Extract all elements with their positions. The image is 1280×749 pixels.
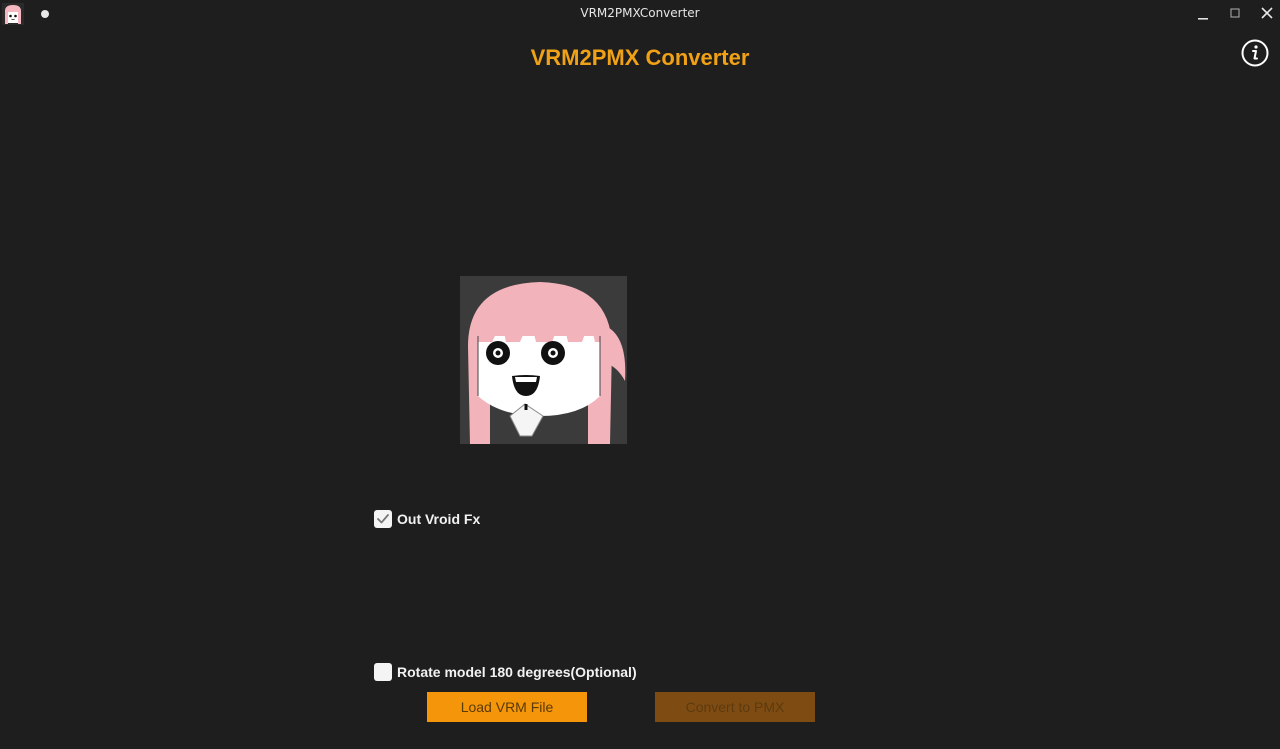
out-vroid-fx-label: Out Vroid Fx (397, 511, 481, 527)
info-icon[interactable] (1240, 38, 1270, 68)
close-icon[interactable] (1256, 4, 1278, 24)
minimize-icon[interactable] (1192, 4, 1214, 24)
title-bar[interactable]: VRM2PMXConverter (0, 0, 1280, 28)
maximize-icon[interactable] (1224, 4, 1246, 24)
out-vroid-fx-option[interactable]: Out Vroid Fx (374, 510, 480, 528)
checkmark-icon (377, 514, 389, 524)
app-title: VRM2PMX Converter (530, 45, 750, 70)
rotate-model-option[interactable]: Rotate model 180 degrees(Optional) (374, 663, 637, 681)
convert-to-pmx-button[interactable]: Convert to PMX (655, 692, 815, 722)
load-vrm-file-button[interactable]: Load VRM File (427, 692, 587, 722)
rotate-model-label: Rotate model 180 degrees(Optional) (397, 664, 637, 680)
window-title: VRM2PMXConverter (580, 6, 700, 20)
out-vroid-fx-checkbox[interactable] (374, 510, 392, 528)
rotate-model-checkbox[interactable] (374, 663, 392, 681)
model-preview-image (460, 276, 627, 444)
app-window: VRM2PMXConverter VRM2PMX Converter Out V… (0, 0, 1280, 749)
